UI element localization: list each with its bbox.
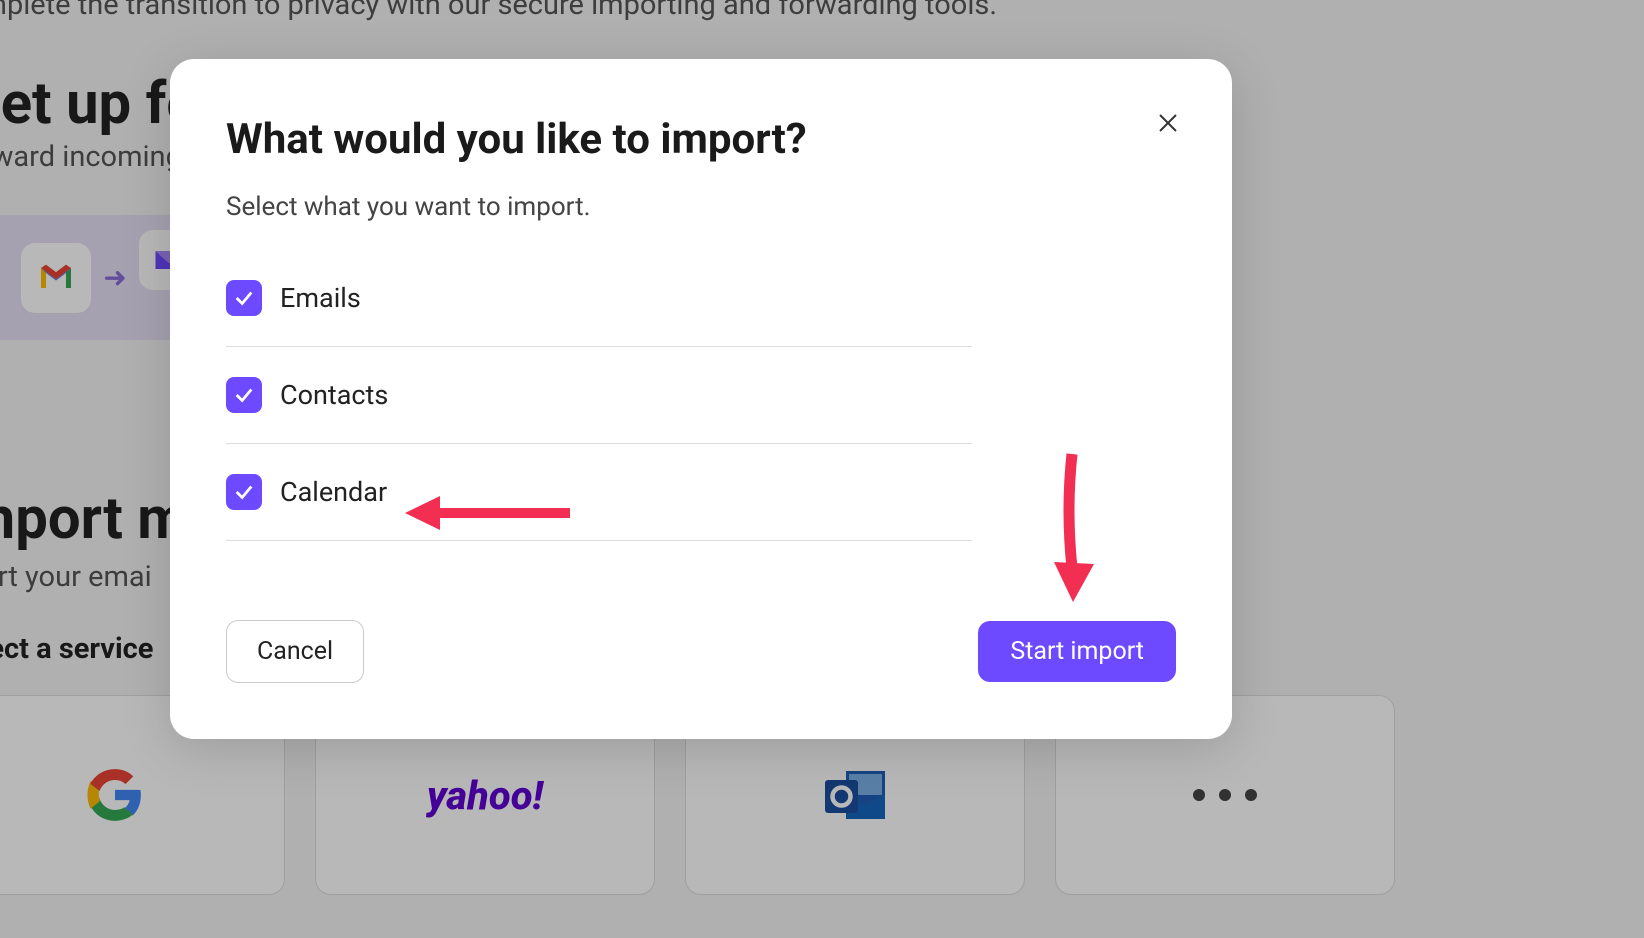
yahoo-icon: yahoo! [427,772,543,819]
option-label-emails: Emails [280,282,361,314]
bg-top-text: omplete the transition to privacy with o… [0,0,997,22]
bg-select-service: elect a service [0,632,153,666]
bg-import-text: port your emai [0,560,152,594]
check-icon [233,287,255,309]
checkbox-calendar[interactable] [226,474,262,510]
option-row-emails[interactable]: Emails [226,250,972,347]
modal-footer: Cancel Start import [226,620,1176,683]
bg-forward-text: orward incoming [0,140,182,174]
option-row-calendar[interactable]: Calendar [226,444,972,541]
gmail-icon [21,243,91,313]
check-icon [233,384,255,406]
cancel-button[interactable]: Cancel [226,620,364,683]
start-import-button[interactable]: Start import [978,621,1176,682]
check-icon [233,481,255,503]
more-icon [1193,789,1257,801]
option-row-contacts[interactable]: Contacts [226,347,972,444]
modal-title: What would you like to import? [226,115,1176,164]
forward-arrow-icon: ➜ [103,261,126,294]
google-icon [84,764,146,826]
option-label-calendar: Calendar [280,476,387,508]
close-button[interactable] [1154,109,1182,137]
option-label-contacts: Contacts [280,379,388,411]
checkbox-contacts[interactable] [226,377,262,413]
outlook-icon [815,759,895,831]
checkbox-emails[interactable] [226,280,262,316]
modal-subtitle: Select what you want to import. [226,192,1176,222]
import-modal: What would you like to import? Select wh… [170,59,1232,739]
close-icon [1156,111,1180,135]
bg-import-heading: mport m [0,485,188,553]
